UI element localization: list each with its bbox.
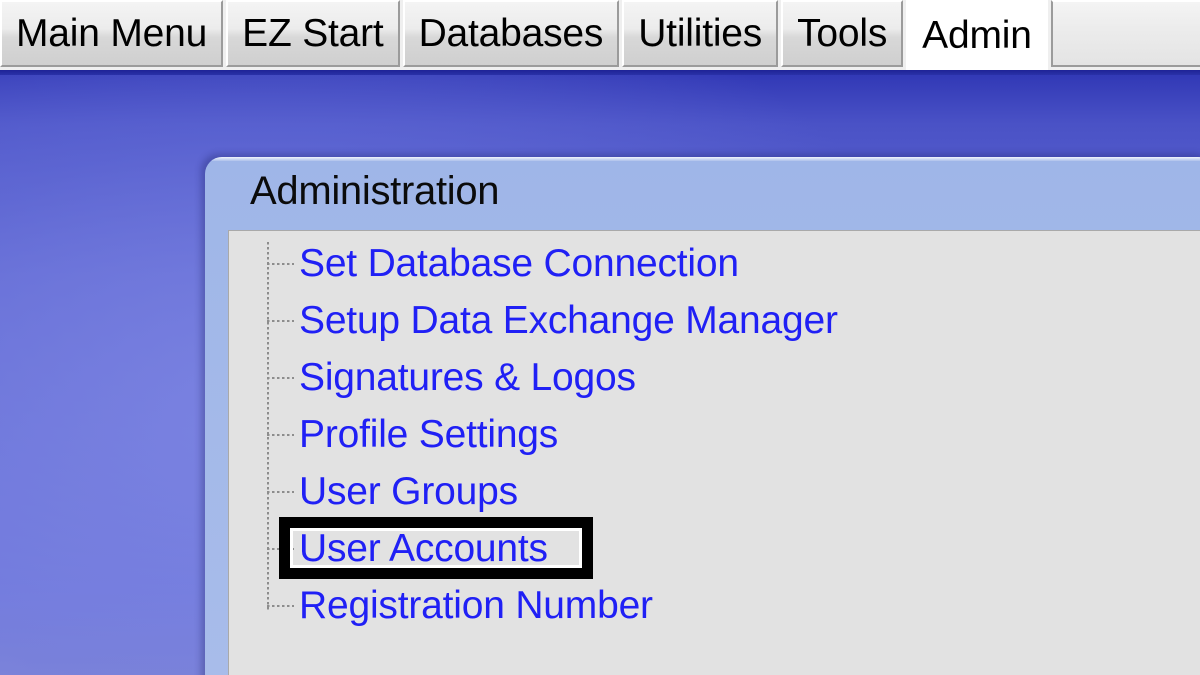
- tree-trunk-line: [267, 242, 269, 612]
- tree-branch-icon: [267, 605, 294, 607]
- tree-branch-icon: [267, 263, 294, 265]
- tab-databases[interactable]: Databases: [403, 0, 620, 67]
- navigation-tree: Set Database ConnectionSetup Data Exchan…: [229, 231, 1200, 675]
- tree-branch-icon: [267, 320, 294, 322]
- tree-item-label: User Groups: [299, 463, 518, 520]
- tree-branch-icon: [267, 434, 294, 436]
- tab-utilities[interactable]: Utilities: [622, 0, 778, 67]
- tab-admin[interactable]: Admin: [906, 0, 1048, 70]
- tree-item-label: Signatures & Logos: [299, 349, 636, 406]
- panel-header-sheen: [205, 157, 1200, 161]
- tree-content-area: Set Database ConnectionSetup Data Exchan…: [228, 230, 1200, 675]
- desktop-top-divider: [0, 70, 1200, 75]
- tree-branch-icon: [267, 491, 294, 493]
- tree-item-label: Profile Settings: [299, 406, 558, 463]
- selection-highlight-inner-border: [290, 528, 582, 568]
- tree-item-label: Set Database Connection: [299, 235, 739, 292]
- panel-title: Administration: [250, 169, 499, 214]
- selection-highlight-box: [279, 517, 593, 579]
- tab-bar-filler: [1051, 0, 1200, 67]
- tab-main-menu[interactable]: Main Menu: [0, 0, 223, 67]
- administration-panel: Administration Set Database ConnectionSe…: [205, 157, 1200, 675]
- tab-tools[interactable]: Tools: [781, 0, 903, 67]
- tab-bar: Main MenuEZ StartDatabasesUtilitiesTools…: [0, 0, 1200, 70]
- tree-branch-icon: [267, 377, 294, 379]
- application-window: Main MenuEZ StartDatabasesUtilitiesTools…: [0, 0, 1200, 675]
- tab-ez-start[interactable]: EZ Start: [226, 0, 399, 67]
- tree-item-label: Registration Number: [299, 577, 653, 634]
- tree-item-label: Setup Data Exchange Manager: [299, 292, 838, 349]
